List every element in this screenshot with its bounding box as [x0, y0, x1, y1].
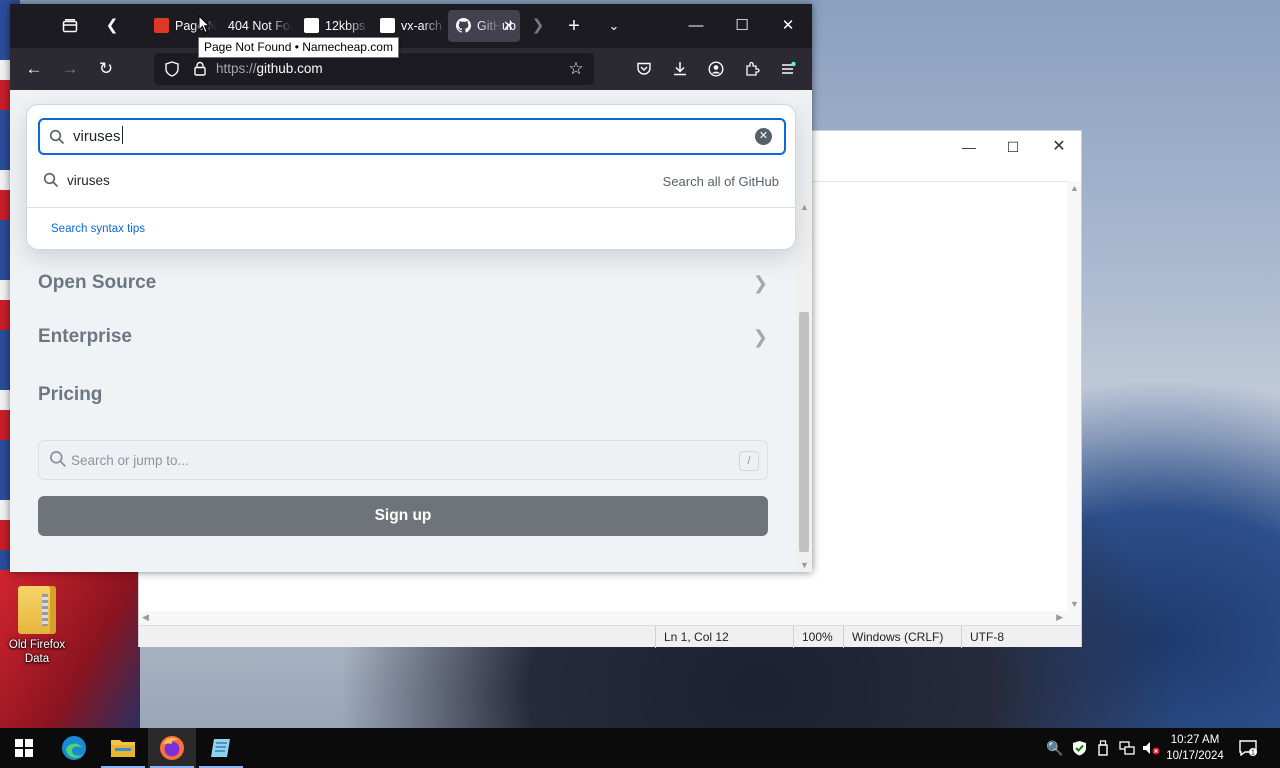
close-tab-icon[interactable]: ✕	[503, 10, 514, 42]
tab-fade	[422, 10, 446, 42]
taskbar-clock[interactable]: 10:27 AM 10/17/2024	[1162, 732, 1228, 764]
clear-search-icon[interactable]: ✕	[755, 128, 772, 145]
app-menu-icon[interactable]	[774, 55, 802, 83]
back-icon[interactable]: ←	[20, 55, 48, 83]
notepad-horizontal-scrollbar[interactable]: ◀ ▶	[139, 611, 1081, 625]
search-icon	[50, 451, 66, 467]
tab-fade	[478, 10, 502, 42]
chevron-right-icon: ❯	[752, 327, 768, 347]
forward-icon[interactable]: →	[56, 55, 84, 83]
list-all-tabs-icon[interactable]: ⌄	[600, 12, 628, 40]
menu-item-label: Open Source	[38, 272, 157, 293]
search-magnifier-tray-icon[interactable]: 🔍	[1044, 728, 1066, 768]
svg-text:1: 1	[1251, 750, 1255, 757]
minimize-icon[interactable]: —	[674, 12, 718, 40]
security-shield-tray-icon[interactable]	[1068, 728, 1090, 768]
firefox-view-icon[interactable]	[56, 12, 84, 40]
scroll-left-icon[interactable]: ◀	[142, 612, 149, 623]
reload-icon[interactable]: ↻	[92, 55, 120, 83]
scroll-right-icon[interactable]: ▶	[1056, 612, 1063, 623]
tab-github[interactable]: GitHub ✕	[448, 10, 520, 42]
usb-device-tray-icon[interactable]	[1092, 728, 1114, 768]
pocket-icon[interactable]	[630, 55, 658, 83]
downloads-icon[interactable]	[666, 55, 694, 83]
scroll-up-icon[interactable]: ▲	[800, 202, 809, 212]
close-icon[interactable]: ✕	[766, 12, 810, 40]
github-page: Open Source ❯ Enterprise ❯ Pricing Searc…	[10, 90, 812, 572]
tracking-protection-shield-icon[interactable]	[158, 55, 186, 83]
search-suggestion-row[interactable]: viruses Search all of GitHub	[27, 163, 795, 199]
sign-up-button[interactable]: Sign up	[38, 496, 768, 536]
maximize-icon[interactable]: ☐	[993, 135, 1033, 159]
scroll-down-icon[interactable]: ▼	[1070, 599, 1079, 609]
search-query-text: viruses	[73, 128, 121, 145]
firefox-window[interactable]: ❮ Page Not Found 404 Not Found 12kbps vx…	[10, 4, 812, 572]
menu-item-label: Enterprise	[38, 326, 132, 347]
cursor-position: Ln 1, Col 12	[655, 626, 793, 648]
desktop: Old Firefox Data — ☐ ✕ ▲ ▼ ◀ ▶ Ln 1, Col…	[0, 0, 1280, 728]
search-icon	[43, 172, 59, 188]
search-syntax-tips-link[interactable]: Search syntax tips	[51, 217, 145, 241]
mouse-cursor-icon	[198, 15, 210, 34]
menu-item-label: Pricing	[38, 384, 103, 405]
text-caret	[121, 126, 123, 144]
desktop-icon-label: Old Firefox Data	[8, 639, 66, 665]
github-logo-icon	[456, 13, 471, 33]
bookmark-star-icon[interactable]: ☆	[562, 55, 590, 83]
notepad-vertical-scrollbar[interactable]: ▲ ▼	[1067, 181, 1081, 611]
scroll-up-icon[interactable]: ▲	[1070, 183, 1079, 193]
search-placeholder: Search or jump to...	[71, 453, 189, 468]
volume-muted-tray-icon[interactable]	[1140, 728, 1162, 768]
tab-scroll-left-icon[interactable]: ❮	[98, 12, 126, 40]
namecheap-favicon-icon	[154, 18, 169, 33]
start-button[interactable]	[0, 728, 48, 768]
new-tab-icon[interactable]: +	[560, 12, 588, 40]
chevron-right-icon: ❯	[752, 273, 768, 293]
account-icon[interactable]	[702, 55, 730, 83]
tab-tooltip: Page Not Found • Namecheap.com	[198, 37, 399, 58]
network-tray-icon[interactable]	[1116, 728, 1138, 768]
search-query-input[interactable]: viruses ✕	[38, 118, 786, 155]
lock-icon[interactable]	[186, 55, 214, 83]
extensions-icon[interactable]	[738, 55, 766, 83]
menu-item-open-source[interactable]: Open Source ❯	[38, 263, 768, 303]
menu-item-enterprise[interactable]: Enterprise ❯	[38, 317, 768, 357]
search-icon	[49, 129, 65, 145]
line-ending: Windows (CRLF)	[843, 626, 961, 648]
page-search-input[interactable]: Search or jump to... /	[38, 440, 768, 480]
url-host: github.com	[256, 61, 323, 76]
encoding: UTF-8	[961, 626, 1081, 648]
windows-logo-icon	[15, 739, 33, 757]
url-scheme: https://	[216, 61, 257, 76]
firefox-taskbar-icon[interactable]	[148, 728, 196, 768]
notepad-status-bar: Ln 1, Col 12 100% Windows (CRLF) UTF-8	[139, 625, 1081, 648]
zip-folder-icon	[18, 586, 56, 634]
github-search-dialog: viruses ✕ viruses Search all of GitHub S…	[26, 104, 796, 250]
taskbar: 🔍 10:27 AM 10/17/2024 1	[0, 728, 1280, 768]
clock-date: 10/17/2024	[1166, 750, 1224, 762]
blank-page-icon	[380, 18, 395, 33]
desktop-icon-old-firefox-data[interactable]: Old Firefox Data	[4, 586, 70, 666]
page-scrollbar[interactable]: ▲ ▼	[796, 200, 812, 572]
file-explorer-taskbar-icon[interactable]	[99, 728, 147, 768]
notepad-taskbar-icon[interactable]	[197, 728, 245, 768]
suggestion-text: viruses	[67, 173, 110, 188]
zoom-level: 100%	[793, 626, 843, 648]
maximize-icon[interactable]: ☐	[720, 12, 764, 40]
scroll-down-icon[interactable]: ▼	[800, 560, 809, 570]
menu-item-pricing[interactable]: Pricing	[38, 375, 768, 415]
tab-strip: ❮ Page Not Found 404 Not Found 12kbps vx…	[10, 4, 812, 48]
divider	[27, 207, 795, 208]
notification-center-icon[interactable]: 1	[1236, 728, 1260, 768]
close-icon[interactable]: ✕	[1039, 135, 1079, 159]
suggestion-hint: Search all of GitHub	[662, 174, 779, 189]
navigation-toolbar: ← → ↻ https://github.com ☆	[10, 48, 812, 90]
tab-scroll-right-icon[interactable]: ❯	[524, 12, 552, 40]
scrollbar-thumb[interactable]	[799, 312, 809, 552]
edge-taskbar-icon[interactable]	[50, 728, 98, 768]
keyboard-shortcut-badge: /	[739, 451, 759, 471]
blank-page-icon	[304, 18, 319, 33]
minimize-icon[interactable]: —	[949, 135, 989, 159]
clock-time: 10:27 AM	[1170, 734, 1220, 746]
